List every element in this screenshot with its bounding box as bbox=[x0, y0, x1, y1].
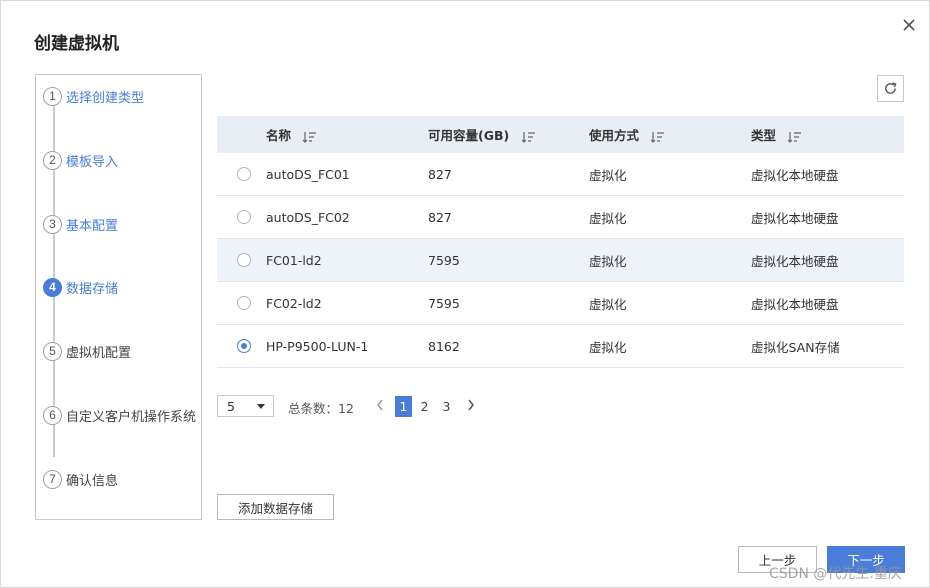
cell-capacity: 7595 bbox=[428, 295, 460, 311]
cell-name: HP-P9500-LUN-1 bbox=[266, 338, 369, 354]
step-select-type[interactable]: 1 选择创建类型 bbox=[43, 86, 144, 106]
sort-icon[interactable] bbox=[521, 131, 536, 143]
row-radio[interactable] bbox=[236, 339, 251, 353]
chevron-left-icon[interactable] bbox=[375, 398, 385, 412]
step-custom-guest-os: 6 自定义客户机操作系统 bbox=[43, 405, 196, 425]
column-usage-header[interactable]: 使用方式 bbox=[589, 125, 751, 144]
add-datastore-button[interactable]: 添加数据存储 bbox=[217, 494, 334, 520]
row-radio[interactable] bbox=[236, 210, 251, 224]
cell-usage: 虚拟化 bbox=[589, 339, 627, 355]
table-row[interactable]: FC02-ld2 7595 虚拟化 虚拟化本地硬盘 bbox=[217, 282, 904, 325]
step-vm-config: 5 虚拟机配置 bbox=[43, 341, 131, 361]
row-radio[interactable] bbox=[236, 253, 251, 267]
page-size-select[interactable]: 5 bbox=[217, 395, 274, 417]
table-header: 名称 可用容量(GB) 使用方式 类型 bbox=[217, 116, 904, 153]
step-number: 7 bbox=[43, 469, 62, 489]
row-radio[interactable] bbox=[236, 296, 251, 310]
cell-type: 虚拟化本地硬盘 bbox=[751, 167, 839, 183]
table-row[interactable]: autoDS_FC02 827 虚拟化 虚拟化本地硬盘 bbox=[217, 196, 904, 239]
cell-usage: 虚拟化 bbox=[589, 296, 627, 312]
cell-name: FC01-ld2 bbox=[266, 252, 322, 268]
chevron-right-icon[interactable] bbox=[466, 398, 476, 412]
refresh-button[interactable] bbox=[877, 75, 904, 102]
cell-capacity: 7595 bbox=[428, 252, 460, 268]
previous-step-button[interactable]: 上一步 bbox=[738, 546, 817, 573]
step-number: 6 bbox=[43, 405, 62, 425]
step-basic-config[interactable]: 3 基本配置 bbox=[43, 214, 118, 234]
step-label: 虚拟机配置 bbox=[66, 345, 132, 361]
cell-capacity: 8162 bbox=[428, 338, 460, 354]
next-step-button[interactable]: 下一步 bbox=[827, 546, 905, 573]
cell-type: 虚拟化本地硬盘 bbox=[751, 210, 839, 226]
table-row[interactable]: autoDS_FC01 827 虚拟化 虚拟化本地硬盘 bbox=[217, 153, 904, 196]
table-row[interactable]: FC01-ld2 7595 虚拟化 虚拟化本地硬盘 bbox=[217, 239, 904, 282]
row-radio[interactable] bbox=[236, 167, 251, 181]
step-number: 2 bbox=[43, 150, 62, 170]
step-label: 选择创建类型 bbox=[66, 90, 145, 106]
cell-capacity: 827 bbox=[428, 166, 452, 182]
page-3[interactable]: 3 bbox=[438, 396, 455, 417]
step-label: 模板导入 bbox=[66, 154, 119, 170]
step-datastore[interactable]: 4 数据存储 bbox=[43, 277, 118, 297]
total-count: 总条数：12 bbox=[288, 401, 354, 416]
column-capacity-header[interactable]: 可用容量(GB) bbox=[428, 125, 589, 144]
cell-type: 虚拟化本地硬盘 bbox=[751, 253, 839, 269]
cell-name: autoDS_FC02 bbox=[266, 209, 350, 225]
sort-icon[interactable] bbox=[788, 131, 802, 143]
step-label: 自定义客户机操作系统 bbox=[66, 409, 197, 425]
sort-icon[interactable] bbox=[651, 131, 665, 143]
step-number: 3 bbox=[43, 214, 62, 234]
step-number: 5 bbox=[43, 341, 62, 361]
steps-panel: 1 选择创建类型 2 模板导入 3 基本配置 4 数据存储 5 虚拟机配置 6 … bbox=[35, 74, 202, 520]
page-1[interactable]: 1 bbox=[395, 396, 412, 417]
cell-type: 虚拟化本地硬盘 bbox=[751, 296, 839, 312]
cell-name: autoDS_FC01 bbox=[266, 166, 350, 182]
step-number: 1 bbox=[43, 86, 62, 106]
page-2[interactable]: 2 bbox=[416, 396, 433, 417]
cell-type: 虚拟化SAN存储 bbox=[751, 339, 840, 355]
cell-name: FC02-ld2 bbox=[266, 295, 322, 311]
cell-capacity: 827 bbox=[428, 209, 452, 225]
step-label: 基本配置 bbox=[66, 218, 119, 234]
refresh-icon bbox=[885, 82, 897, 94]
datastore-table: 名称 可用容量(GB) 使用方式 类型 autoDS_FC01 827 虚拟化 … bbox=[217, 116, 904, 368]
step-confirm: 7 确认信息 bbox=[43, 469, 118, 489]
step-number: 4 bbox=[43, 277, 62, 297]
create-vm-dialog: 创建虚拟机 1 选择创建类型 2 模板导入 3 基本配置 4 数据存储 5 虚拟… bbox=[0, 0, 930, 588]
dialog-title: 创建虚拟机 bbox=[34, 34, 119, 54]
caret-down-icon bbox=[257, 404, 265, 409]
table-row[interactable]: HP-P9500-LUN-1 8162 虚拟化 虚拟化SAN存储 bbox=[217, 325, 904, 368]
cell-usage: 虚拟化 bbox=[589, 253, 627, 269]
column-type-header[interactable]: 类型 bbox=[751, 125, 904, 144]
sort-icon[interactable] bbox=[303, 131, 317, 143]
column-name-header[interactable]: 名称 bbox=[266, 125, 428, 144]
step-label: 数据存储 bbox=[66, 281, 119, 297]
step-label: 确认信息 bbox=[66, 473, 119, 489]
close-icon[interactable] bbox=[899, 15, 919, 35]
step-template-import[interactable]: 2 模板导入 bbox=[43, 150, 118, 170]
cell-usage: 虚拟化 bbox=[589, 210, 627, 226]
cell-usage: 虚拟化 bbox=[589, 167, 627, 183]
